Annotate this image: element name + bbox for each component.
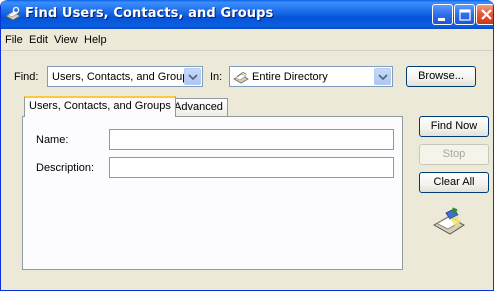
menu-file[interactable]: File [5, 34, 23, 46]
chevron-down-icon [378, 74, 388, 80]
tab-advanced[interactable]: Advanced [169, 98, 228, 117]
close-button[interactable] [476, 4, 493, 25]
find-type-dropdown-button[interactable] [184, 68, 201, 85]
find-type-value: Users, Contacts, and Groups [52, 71, 194, 83]
window-title: Find Users, Contacts, and Groups [25, 6, 274, 21]
directory-search-icon [5, 6, 21, 22]
in-location-value: Entire Directory [252, 71, 328, 83]
menu-edit[interactable]: Edit [29, 34, 48, 46]
browse-button[interactable]: Browse... [406, 66, 476, 87]
clear-all-button[interactable]: Clear All [419, 172, 489, 193]
name-field[interactable] [109, 129, 394, 150]
title-bar[interactable]: Find Users, Contacts, and Groups [1, 0, 493, 29]
directory-book-icon [233, 70, 249, 87]
find-type-select[interactable]: Users, Contacts, and Groups [47, 66, 203, 87]
find-users-window: Find Users, Contacts, and Groups File Ed… [0, 0, 494, 291]
stop-button[interactable]: Stop [419, 144, 489, 165]
find-label: Find: [14, 71, 39, 83]
menu-view[interactable]: View [54, 34, 78, 46]
in-location-dropdown-button[interactable] [374, 68, 391, 85]
in-label: In: [210, 71, 223, 83]
find-now-button[interactable]: Find Now [419, 116, 489, 137]
close-icon [481, 9, 492, 20]
name-label: Name: [36, 134, 69, 146]
minimize-icon [438, 18, 445, 21]
maximize-icon [459, 9, 471, 21]
description-label: Description: [36, 162, 95, 174]
minimize-button[interactable] [432, 4, 453, 25]
search-flashlight-icon [432, 207, 466, 237]
description-field[interactable] [109, 157, 394, 178]
menu-help[interactable]: Help [84, 34, 107, 46]
chevron-down-icon [188, 74, 198, 80]
tab-users-contacts-groups[interactable]: Users, Contacts, and Groups [24, 96, 176, 117]
in-location-select[interactable]: Entire Directory [229, 66, 393, 87]
search-criteria-panel: Name: Description: [22, 116, 403, 270]
menu-bar: File Edit View Help [1, 29, 493, 51]
maximize-button[interactable] [454, 4, 475, 25]
